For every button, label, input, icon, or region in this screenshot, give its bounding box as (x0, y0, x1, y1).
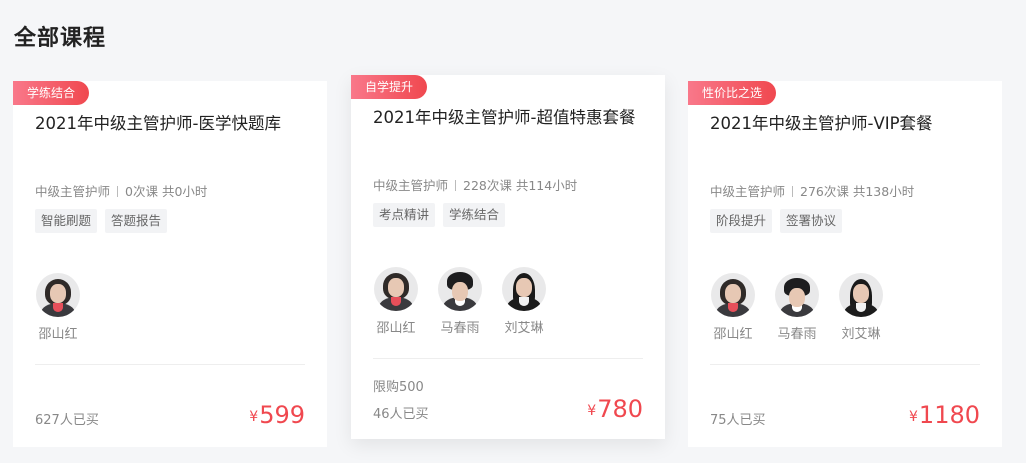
feature-chip: 阶段提升 (710, 209, 773, 233)
purchase-limit: 限购500 (373, 380, 424, 395)
price-value: 780 (597, 395, 643, 423)
teacher-name: 刘艾琳 (504, 321, 544, 336)
feature-chip: 答题报告 (105, 209, 168, 233)
feature-chip: 学练结合 (443, 203, 506, 227)
price-value: 599 (259, 401, 305, 429)
avatar (374, 267, 418, 311)
feature-chip: 考点精讲 (373, 203, 436, 227)
teacher[interactable]: 邵山红 (373, 267, 419, 336)
teacher[interactable]: 马春雨 (437, 267, 483, 336)
divider (35, 364, 305, 365)
course-title[interactable]: 2021年中级主管护师-VIP套餐 (710, 112, 984, 136)
course-meta: 中级主管护师 0次课 共0小时 (35, 181, 207, 200)
teacher[interactable]: 刘艾琳 (501, 267, 547, 336)
course-stats: 0次课 共0小时 (125, 184, 208, 199)
avatar (36, 273, 80, 317)
feature-chip: 签署协议 (780, 209, 843, 233)
teacher[interactable]: 马春雨 (774, 273, 820, 342)
divider (373, 358, 643, 359)
teacher-name: 邵山红 (376, 321, 416, 336)
course-category: 中级主管护师 (710, 184, 786, 199)
avatar (775, 273, 819, 317)
teacher-name: 邵山红 (713, 327, 753, 342)
feature-chips: 智能刷题 答题报告 (35, 209, 175, 233)
divider (710, 364, 980, 365)
teacher-name: 马春雨 (440, 321, 480, 336)
currency-symbol: ¥ (909, 409, 918, 425)
meta-divider (792, 186, 794, 197)
course-card[interactable]: 自学提升 2021年中级主管护师-超值特惠套餐 中级主管护师 228次课 共114… (351, 75, 665, 439)
course-tag: 性价比之选 (688, 81, 777, 105)
course-tag: 学练结合 (13, 81, 90, 105)
avatar (502, 267, 546, 311)
meta-divider (117, 186, 119, 197)
teacher-name: 刘艾琳 (841, 327, 881, 342)
buyers-count: 75人已买 (710, 413, 766, 428)
avatar (839, 273, 883, 317)
teacher[interactable]: 刘艾琳 (838, 273, 884, 342)
teacher-list: 邵山红 马春雨 刘艾琳 (373, 267, 565, 336)
buyers-count: 46人已买 (373, 407, 429, 422)
course-stats: 228次课 共114小时 (463, 178, 578, 193)
course-title[interactable]: 2021年中级主管护师-医学快题库 (35, 112, 309, 136)
feature-chip: 智能刷题 (35, 209, 98, 233)
currency-symbol: ¥ (249, 409, 259, 425)
course-price: ¥599 (249, 401, 305, 429)
course-price: ¥1180 (909, 401, 980, 429)
page-title: 全部课程 (14, 26, 107, 51)
course-category: 中级主管护师 (35, 184, 111, 199)
teacher[interactable]: 邵山红 (710, 273, 756, 342)
teacher-name: 邵山红 (38, 327, 78, 342)
currency-symbol: ¥ (587, 403, 597, 419)
teacher-name: 马春雨 (777, 327, 817, 342)
teacher-list: 邵山红 马春雨 刘艾琳 (710, 273, 902, 342)
teacher[interactable]: 邵山红 (35, 273, 81, 342)
course-meta: 中级主管护师 276次课 共138小时 (710, 181, 914, 200)
course-meta: 中级主管护师 228次课 共114小时 (373, 175, 577, 194)
course-tag: 自学提升 (351, 75, 428, 99)
price-value: 1180 (918, 401, 980, 429)
course-price: ¥780 (587, 395, 643, 423)
meta-divider (455, 180, 457, 191)
course-card[interactable]: 性价比之选 2021年中级主管护师-VIP套餐 中级主管护师 276次课 共138… (688, 81, 1002, 447)
buyers-count: 627人已买 (35, 413, 99, 428)
course-card[interactable]: 学练结合 2021年中级主管护师-医学快题库 中级主管护师 0次课 共0小时 智能… (13, 81, 327, 447)
course-stats: 276次课 共138小时 (800, 184, 915, 199)
course-category: 中级主管护师 (373, 178, 449, 193)
avatar (438, 267, 482, 311)
avatar (711, 273, 755, 317)
feature-chips: 阶段提升 签署协议 (710, 209, 850, 233)
course-title[interactable]: 2021年中级主管护师-超值特惠套餐 (373, 106, 647, 130)
feature-chips: 考点精讲 学练结合 (373, 203, 513, 227)
teacher-list: 邵山红 (35, 273, 99, 342)
